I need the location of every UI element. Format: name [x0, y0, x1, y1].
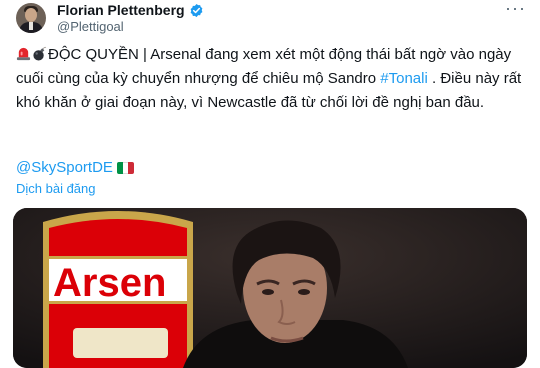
bomb-emoji-icon: [33, 46, 47, 61]
mention-link[interactable]: @SkySportDE: [16, 156, 113, 180]
translate-post-link[interactable]: Dịch bài đăng: [16, 181, 96, 196]
crest-text: Arsen: [53, 261, 166, 305]
hashtag-link[interactable]: #Tonali: [380, 70, 428, 87]
mention-row: @SkySportDE: [16, 156, 134, 180]
italy-flag-icon: [116, 162, 134, 174]
author-avatar[interactable]: [16, 3, 46, 33]
author-display-name[interactable]: Florian Plettenberg: [57, 2, 185, 18]
author-handle[interactable]: @Plettigoal: [57, 19, 124, 34]
tweet-text: ĐỘC QUYỀN | Arsenal đang xem xét một độn…: [16, 43, 528, 115]
more-options-icon[interactable]: ···: [505, 0, 526, 17]
media-illustration: Arsen: [13, 208, 527, 368]
author-name-row[interactable]: Florian Plettenberg: [57, 1, 204, 19]
verified-badge-icon: [190, 3, 202, 17]
siren-emoji-icon: [16, 47, 31, 61]
tweet-media-image[interactable]: Arsen: [13, 208, 527, 368]
